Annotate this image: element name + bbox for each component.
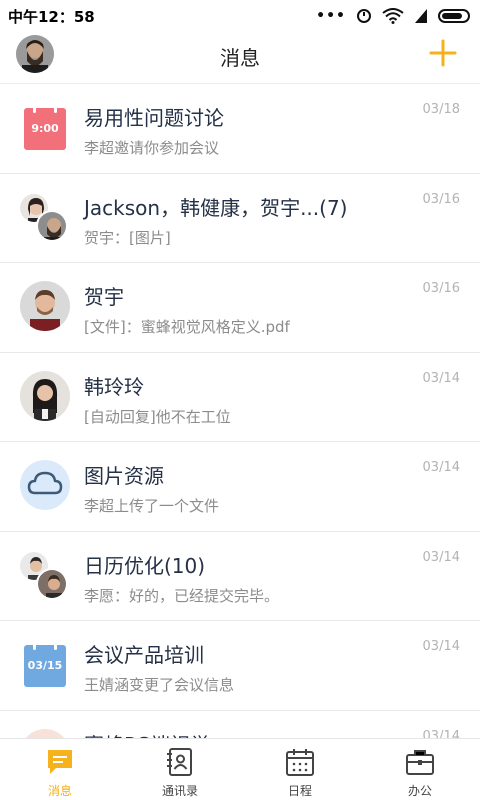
tab-messages[interactable]: 消息 [0, 739, 120, 800]
avatar: 9:00 [20, 102, 72, 154]
cloud-icon [20, 460, 70, 510]
status-bar: 中午12：58 ••• [0, 0, 480, 32]
item-subtitle: [自动回复]他不在工位 [84, 407, 231, 426]
tab-office[interactable]: 办公 [360, 739, 480, 800]
status-icons: ••• [316, 6, 470, 26]
group-avatar [18, 549, 72, 602]
list-item[interactable]: 图片资源 李超上传了一个文件 03/14 [0, 442, 480, 532]
item-date: 03/16 [422, 281, 460, 296]
list-item[interactable]: 韩玲玲 [自动回复]他不在工位 03/14 [0, 352, 480, 442]
tab-schedule[interactable]: 日程 [240, 739, 360, 800]
item-title: 韩玲玲 [84, 374, 144, 399]
item-date: 03/14 [422, 549, 460, 565]
calendar-icon: 03/15 [24, 641, 66, 687]
list-item[interactable]: 蜜蜂PC端视觉 03/14 [0, 710, 480, 739]
item-title: 图片资源 [84, 464, 164, 488]
briefcase-icon [406, 750, 434, 775]
contacts-icon [167, 748, 192, 776]
header: 消息 [0, 32, 480, 84]
alarm-icon [357, 9, 371, 23]
item-subtitle: 李愿：好的，已经提交完毕。 [84, 586, 280, 605]
avatar [36, 567, 68, 600]
item-title: 会议产品培训 [84, 643, 204, 667]
tab-bar: 消息 通讯录 日程 办公 [0, 738, 480, 800]
tab-contacts[interactable]: 通讯录 [120, 739, 240, 800]
item-subtitle: 王婧涵变更了会议信息 [84, 676, 235, 694]
tab-label: 消息 [47, 784, 72, 798]
item-title: 易用性问题讨论 [84, 106, 224, 130]
tab-label: 办公 [407, 784, 432, 798]
item-date: 03/14 [422, 639, 460, 654]
page-title: 消息 [220, 46, 260, 70]
item-title: 贺宇 [84, 285, 124, 309]
wifi-icon [382, 8, 404, 24]
status-time: 中午12：58 [8, 8, 95, 26]
item-date: 03/14 [422, 460, 460, 475]
battery-icon [438, 9, 470, 23]
calendar-icon [286, 749, 314, 776]
calendar-icon: 9:00 [24, 104, 66, 150]
avatar [20, 370, 72, 423]
item-date: 03/18 [422, 102, 460, 117]
signal-icon [415, 9, 427, 23]
item-title: 蜜蜂PC端视觉 [84, 729, 210, 739]
list-item[interactable]: 贺宇 [文件]：蜜蜂视觉风格定义.pdf 03/16 [0, 263, 480, 353]
item-date: 03/14 [422, 728, 460, 739]
add-icon[interactable] [428, 38, 458, 68]
list-item[interactable]: 日历优化(10) 李愿：好的，已经提交完毕。 03/14 [0, 531, 480, 621]
message-icon [48, 750, 72, 774]
tab-label: 通讯录 [161, 784, 198, 798]
tab-label: 日程 [287, 784, 312, 798]
item-subtitle: 李超上传了一个文件 [84, 497, 220, 515]
message-list: 9:00 易用性问题讨论 李超邀请你参加会议 03/18 Jackson，韩健康… [0, 84, 480, 738]
list-item[interactable]: 9:00 易用性问题讨论 李超邀请你参加会议 03/18 [0, 84, 480, 174]
avatar [20, 460, 72, 512]
item-subtitle: 李超邀请你参加会议 [84, 139, 220, 157]
avatar: 03/15 [20, 639, 72, 691]
group-avatar [18, 191, 72, 244]
avatar [20, 281, 72, 333]
item-title: Jackson，韩健康，贺宇...(7) [84, 195, 348, 220]
item-date: 03/16 [422, 191, 460, 207]
avatar [20, 728, 72, 738]
item-date: 03/14 [422, 370, 460, 386]
list-item[interactable]: 03/15 会议产品培训 王婧涵变更了会议信息 03/14 [0, 621, 480, 711]
item-title: 日历优化(10) [84, 553, 206, 578]
more-dots-icon: ••• [316, 8, 346, 24]
list-item[interactable]: Jackson，韩健康，贺宇...(7) 贺宇：[图片] 03/16 [0, 173, 480, 263]
avatar [36, 209, 68, 242]
item-subtitle: 贺宇：[图片] [84, 228, 171, 247]
item-subtitle: [文件]：蜜蜂视觉风格定义.pdf [84, 318, 290, 336]
